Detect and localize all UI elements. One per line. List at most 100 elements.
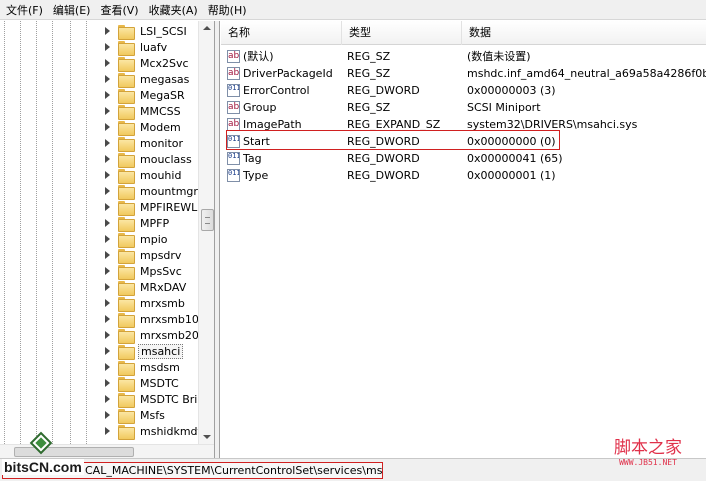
tree-item[interactable]: MSDTC Bric xyxy=(104,391,205,408)
tree-vertical-scrollbar[interactable] xyxy=(198,21,214,444)
tree-item[interactable]: MPFIREWL xyxy=(104,199,199,216)
tree-item-label: mrxsmb10 xyxy=(140,312,199,326)
expand-arrow-icon[interactable] xyxy=(104,139,112,147)
expand-arrow-icon[interactable] xyxy=(104,251,112,259)
tree-item[interactable]: MPFP xyxy=(104,215,171,232)
tree-item-label: mrxsmb xyxy=(140,296,185,310)
folder-icon xyxy=(118,360,135,376)
menu-edit[interactable]: 编辑(E) xyxy=(53,2,91,18)
tree-item-label: Modem xyxy=(140,120,181,134)
tree-item[interactable]: msdsm xyxy=(104,359,182,376)
menu-favorites[interactable]: 收藏夹(A) xyxy=(149,2,198,18)
tree-item[interactable]: MSDTC xyxy=(104,375,181,392)
folder-icon xyxy=(118,376,135,392)
tree-item[interactable]: luafv xyxy=(104,39,169,56)
string-value-icon: ab xyxy=(227,67,240,80)
value-data: 0x00000003 (3) xyxy=(467,84,556,97)
column-header-name[interactable]: 名称 xyxy=(221,21,342,45)
start-highlight-box xyxy=(226,130,560,150)
expand-arrow-icon[interactable] xyxy=(104,347,112,355)
registry-value-row[interactable]: ab (默认) REG_SZ (数值未设置) xyxy=(221,48,706,65)
tree-item[interactable]: mrxsmb10 xyxy=(104,311,201,328)
expand-arrow-icon[interactable] xyxy=(104,235,112,243)
tree-item-label: MpsSvc xyxy=(140,264,182,278)
folder-icon xyxy=(118,184,135,200)
expand-arrow-icon[interactable] xyxy=(104,411,112,419)
registry-value-row[interactable]: 011 110Tag REG_DWORD 0x00000041 (65) xyxy=(221,150,706,167)
registry-value-row[interactable]: ab DriverPackageId REG_SZ mshdc.inf_amd64_n… xyxy=(221,65,706,82)
tree-item[interactable]: mpsdrv xyxy=(104,247,183,264)
tree-item[interactable]: mouhid xyxy=(104,167,183,184)
tree-item[interactable]: Msfs xyxy=(104,407,167,424)
expand-arrow-icon[interactable] xyxy=(104,267,112,275)
watermark-right-text: 脚本之家 xyxy=(614,438,682,458)
menu-file[interactable]: 文件(F) xyxy=(6,2,43,18)
menu-help[interactable]: 帮助(H) xyxy=(208,2,247,18)
registry-value-row[interactable]: ab Group REG_SZ SCSI Miniport xyxy=(221,99,706,116)
tree-item[interactable]: MpsSvc xyxy=(104,263,184,280)
expand-arrow-icon[interactable] xyxy=(104,171,112,179)
tree-item[interactable]: Mcx2Svc xyxy=(104,55,191,72)
list-header: 名称 类型 数据 xyxy=(221,21,706,45)
expand-arrow-icon[interactable] xyxy=(104,91,112,99)
tree-item[interactable]: mrxsmb20 xyxy=(104,327,201,344)
folder-icon xyxy=(118,152,135,168)
expand-arrow-icon[interactable] xyxy=(104,299,112,307)
tree-item[interactable]: monitor xyxy=(104,135,185,152)
expand-arrow-icon[interactable] xyxy=(104,395,112,403)
tree-item[interactable]: mouclass xyxy=(104,151,194,168)
expand-arrow-icon[interactable] xyxy=(104,75,112,83)
expand-arrow-icon[interactable] xyxy=(104,43,112,51)
expand-arrow-icon[interactable] xyxy=(104,427,112,435)
expand-arrow-icon[interactable] xyxy=(104,107,112,115)
tree-item[interactable]: mountmgr xyxy=(104,183,200,200)
value-name: Type xyxy=(243,169,269,182)
folder-icon xyxy=(118,200,135,216)
tree-item[interactable]: mpio xyxy=(104,231,169,248)
expand-arrow-icon[interactable] xyxy=(104,59,112,67)
registry-value-row[interactable]: 011 110Type REG_DWORD 0x00000001 (1) xyxy=(221,167,706,184)
expand-arrow-icon[interactable] xyxy=(104,123,112,131)
tree-item-label: mpio xyxy=(140,232,168,246)
binary-value-icon: 011 110 xyxy=(227,84,240,97)
watermark-left-text: bitsCN.com xyxy=(2,459,84,475)
expand-arrow-icon[interactable] xyxy=(104,363,112,371)
column-header-type[interactable]: 类型 xyxy=(342,21,462,45)
tree-guide-line xyxy=(52,21,53,444)
tree-item[interactable]: msahci xyxy=(104,343,184,360)
expand-arrow-icon[interactable] xyxy=(104,219,112,227)
tree-item[interactable]: mshidkmdf xyxy=(104,423,203,440)
expand-arrow-icon[interactable] xyxy=(104,155,112,163)
folder-icon xyxy=(118,248,135,264)
expand-arrow-icon[interactable] xyxy=(104,187,112,195)
registry-tree[interactable]: LSI_SCSI luafv Mcx2Svc megasas MegaSR MMCSS Mo… xyxy=(0,21,215,458)
scroll-down-arrow-icon[interactable] xyxy=(203,435,211,439)
tree-item[interactable]: MegaSR xyxy=(104,87,187,104)
tree-item[interactable]: MMCSS xyxy=(104,103,183,120)
value-data: mshdc.inf_amd64_neutral_a69a58a4286f0b22 xyxy=(467,67,706,80)
tree-item[interactable]: LSI_SCSI xyxy=(104,23,189,40)
expand-arrow-icon[interactable] xyxy=(104,203,112,211)
value-data: 0x00000041 (65) xyxy=(467,152,563,165)
value-data: 0x00000001 (1) xyxy=(467,169,556,182)
value-name: (默认) xyxy=(243,50,274,63)
pane-splitter[interactable] xyxy=(215,21,220,458)
tree-item[interactable]: mrxsmb xyxy=(104,295,187,312)
tree-item[interactable]: Modem xyxy=(104,119,183,136)
tree-item-label: MegaSR xyxy=(140,88,185,102)
menu-view[interactable]: 查看(V) xyxy=(100,2,138,18)
expand-arrow-icon[interactable] xyxy=(104,27,112,35)
expand-arrow-icon[interactable] xyxy=(104,283,112,291)
tree-item-label: msdsm xyxy=(140,360,180,374)
scroll-up-arrow-icon[interactable] xyxy=(203,26,211,30)
column-header-data[interactable]: 数据 xyxy=(462,21,706,45)
tree-item-label: Msfs xyxy=(140,408,165,422)
expand-arrow-icon[interactable] xyxy=(104,315,112,323)
registry-value-row[interactable]: 011 110ErrorControl REG_DWORD 0x00000003 (… xyxy=(221,82,706,99)
folder-icon xyxy=(118,88,135,104)
tree-item[interactable]: megasas xyxy=(104,71,191,88)
scroll-thumb[interactable] xyxy=(201,209,214,231)
expand-arrow-icon[interactable] xyxy=(104,331,112,339)
expand-arrow-icon[interactable] xyxy=(104,379,112,387)
tree-item[interactable]: MRxDAV xyxy=(104,279,188,296)
